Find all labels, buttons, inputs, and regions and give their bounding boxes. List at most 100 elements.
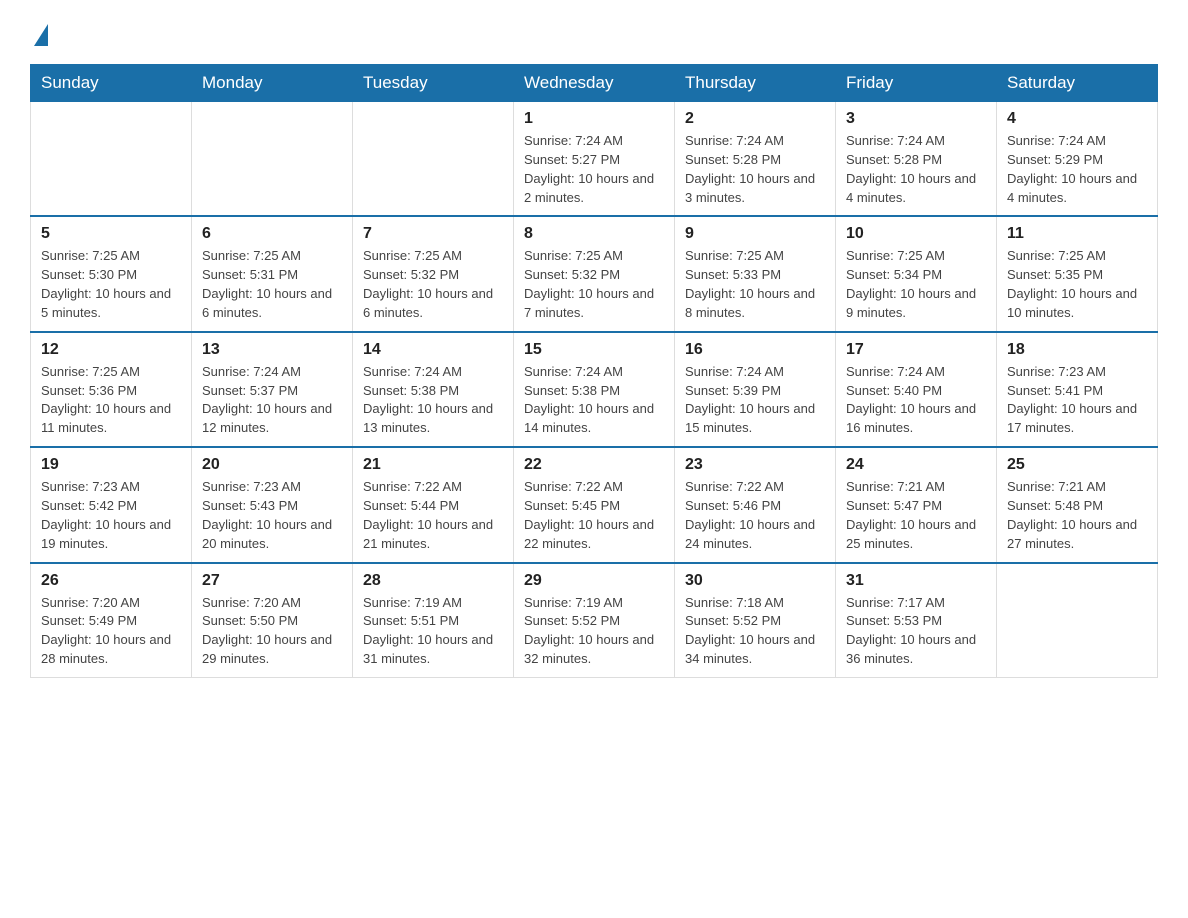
- calendar-cell: 13 Sunrise: 7:24 AM Sunset: 5:37 PM Dayli…: [192, 332, 353, 447]
- calendar-cell: 22 Sunrise: 7:22 AM Sunset: 5:45 PM Dayli…: [514, 447, 675, 562]
- day-number: 14: [363, 341, 503, 359]
- day-info: Sunrise: 7:22 AM Sunset: 5:46 PM Dayligh…: [685, 478, 825, 553]
- calendar-cell: 23 Sunrise: 7:22 AM Sunset: 5:46 PM Dayli…: [675, 447, 836, 562]
- day-info: Sunrise: 7:22 AM Sunset: 5:44 PM Dayligh…: [363, 478, 503, 553]
- day-number: 24: [846, 456, 986, 474]
- day-number: 11: [1007, 225, 1147, 243]
- calendar-cell: 31 Sunrise: 7:17 AM Sunset: 5:53 PM Dayli…: [836, 563, 997, 678]
- calendar-cell: 1 Sunrise: 7:24 AM Sunset: 5:27 PM Daylig…: [514, 102, 675, 217]
- day-info: Sunrise: 7:24 AM Sunset: 5:39 PM Dayligh…: [685, 363, 825, 438]
- calendar-cell: 5 Sunrise: 7:25 AM Sunset: 5:30 PM Daylig…: [31, 216, 192, 331]
- calendar-week-row: 26 Sunrise: 7:20 AM Sunset: 5:49 PM Dayli…: [31, 563, 1158, 678]
- calendar-cell: [353, 102, 514, 217]
- day-info: Sunrise: 7:25 AM Sunset: 5:32 PM Dayligh…: [363, 247, 503, 322]
- day-info: Sunrise: 7:24 AM Sunset: 5:28 PM Dayligh…: [846, 132, 986, 207]
- day-number: 9: [685, 225, 825, 243]
- day-info: Sunrise: 7:24 AM Sunset: 5:38 PM Dayligh…: [524, 363, 664, 438]
- day-number: 7: [363, 225, 503, 243]
- day-info: Sunrise: 7:19 AM Sunset: 5:52 PM Dayligh…: [524, 594, 664, 669]
- day-number: 27: [202, 572, 342, 590]
- calendar-cell: 3 Sunrise: 7:24 AM Sunset: 5:28 PM Daylig…: [836, 102, 997, 217]
- day-number: 28: [363, 572, 503, 590]
- day-number: 23: [685, 456, 825, 474]
- calendar-cell: 25 Sunrise: 7:21 AM Sunset: 5:48 PM Dayli…: [997, 447, 1158, 562]
- calendar-cell: 28 Sunrise: 7:19 AM Sunset: 5:51 PM Dayli…: [353, 563, 514, 678]
- day-info: Sunrise: 7:25 AM Sunset: 5:31 PM Dayligh…: [202, 247, 342, 322]
- calendar-cell: 20Sunrise: 7:23 AM Sunset: 5:43 PM Dayli…: [192, 447, 353, 562]
- day-info: Sunrise: 7:25 AM Sunset: 5:36 PM Dayligh…: [41, 363, 181, 438]
- logo: [30, 20, 48, 46]
- calendar-cell: 10 Sunrise: 7:25 AM Sunset: 5:34 PM Dayli…: [836, 216, 997, 331]
- day-number: 17: [846, 341, 986, 359]
- day-number: 10: [846, 225, 986, 243]
- calendar-cell: 24 Sunrise: 7:21 AM Sunset: 5:47 PM Dayli…: [836, 447, 997, 562]
- calendar-cell: 12Sunrise: 7:25 AM Sunset: 5:36 PM Dayli…: [31, 332, 192, 447]
- calendar-header-friday: Friday: [836, 65, 997, 102]
- day-number: 15: [524, 341, 664, 359]
- calendar-cell: 15 Sunrise: 7:24 AM Sunset: 5:38 PM Dayli…: [514, 332, 675, 447]
- calendar-cell: 26 Sunrise: 7:20 AM Sunset: 5:49 PM Dayli…: [31, 563, 192, 678]
- day-info: Sunrise: 7:17 AM Sunset: 5:53 PM Dayligh…: [846, 594, 986, 669]
- calendar-cell: 6 Sunrise: 7:25 AM Sunset: 5:31 PM Daylig…: [192, 216, 353, 331]
- calendar-cell: 11 Sunrise: 7:25 AM Sunset: 5:35 PM Dayli…: [997, 216, 1158, 331]
- day-number: 13: [202, 341, 342, 359]
- day-number: 26: [41, 572, 181, 590]
- day-info: Sunrise: 7:21 AM Sunset: 5:47 PM Dayligh…: [846, 478, 986, 553]
- day-info: Sunrise: 7:24 AM Sunset: 5:27 PM Dayligh…: [524, 132, 664, 207]
- day-info: Sunrise: 7:25 AM Sunset: 5:35 PM Dayligh…: [1007, 247, 1147, 322]
- calendar-table: SundayMondayTuesdayWednesdayThursdayFrid…: [30, 64, 1158, 678]
- day-info: Sunrise: 7:22 AM Sunset: 5:45 PM Dayligh…: [524, 478, 664, 553]
- calendar-week-row: 5 Sunrise: 7:25 AM Sunset: 5:30 PM Daylig…: [31, 216, 1158, 331]
- day-number: 21: [363, 456, 503, 474]
- day-number: 30: [685, 572, 825, 590]
- day-number: 16: [685, 341, 825, 359]
- day-number: 4: [1007, 110, 1147, 128]
- calendar-header-sunday: Sunday: [31, 65, 192, 102]
- calendar-week-row: 19 Sunrise: 7:23 AM Sunset: 5:42 PM Dayli…: [31, 447, 1158, 562]
- day-number: 22: [524, 456, 664, 474]
- calendar-cell: [997, 563, 1158, 678]
- day-number: 25: [1007, 456, 1147, 474]
- day-info: Sunrise: 7:20 AM Sunset: 5:50 PM Dayligh…: [202, 594, 342, 669]
- day-number: 3: [846, 110, 986, 128]
- day-info: Sunrise: 7:25 AM Sunset: 5:32 PM Dayligh…: [524, 247, 664, 322]
- day-info: Sunrise: 7:20 AM Sunset: 5:49 PM Dayligh…: [41, 594, 181, 669]
- day-number: 31: [846, 572, 986, 590]
- calendar-cell: 18Sunrise: 7:23 AM Sunset: 5:41 PM Dayli…: [997, 332, 1158, 447]
- day-info: Sunrise: 7:25 AM Sunset: 5:33 PM Dayligh…: [685, 247, 825, 322]
- calendar-cell: 29 Sunrise: 7:19 AM Sunset: 5:52 PM Dayli…: [514, 563, 675, 678]
- calendar-cell: 27 Sunrise: 7:20 AM Sunset: 5:50 PM Dayli…: [192, 563, 353, 678]
- calendar-header-tuesday: Tuesday: [353, 65, 514, 102]
- calendar-cell: 8Sunrise: 7:25 AM Sunset: 5:32 PM Daylig…: [514, 216, 675, 331]
- day-number: 5: [41, 225, 181, 243]
- calendar-cell: 16 Sunrise: 7:24 AM Sunset: 5:39 PM Dayli…: [675, 332, 836, 447]
- calendar-header-thursday: Thursday: [675, 65, 836, 102]
- day-number: 19: [41, 456, 181, 474]
- day-info: Sunrise: 7:23 AM Sunset: 5:42 PM Dayligh…: [41, 478, 181, 553]
- calendar-cell: 2Sunrise: 7:24 AM Sunset: 5:28 PM Daylig…: [675, 102, 836, 217]
- day-info: Sunrise: 7:25 AM Sunset: 5:30 PM Dayligh…: [41, 247, 181, 322]
- day-number: 1: [524, 110, 664, 128]
- day-info: Sunrise: 7:25 AM Sunset: 5:34 PM Dayligh…: [846, 247, 986, 322]
- day-info: Sunrise: 7:24 AM Sunset: 5:40 PM Dayligh…: [846, 363, 986, 438]
- day-number: 18: [1007, 341, 1147, 359]
- calendar-cell: 4 Sunrise: 7:24 AM Sunset: 5:29 PM Daylig…: [997, 102, 1158, 217]
- day-number: 2: [685, 110, 825, 128]
- calendar-header-wednesday: Wednesday: [514, 65, 675, 102]
- day-info: Sunrise: 7:21 AM Sunset: 5:48 PM Dayligh…: [1007, 478, 1147, 553]
- logo-triangle-icon: [34, 24, 48, 46]
- calendar-cell: 21 Sunrise: 7:22 AM Sunset: 5:44 PM Dayli…: [353, 447, 514, 562]
- day-number: 6: [202, 225, 342, 243]
- page-header: [30, 20, 1158, 46]
- day-number: 29: [524, 572, 664, 590]
- calendar-cell: [192, 102, 353, 217]
- day-number: 20: [202, 456, 342, 474]
- calendar-cell: 14Sunrise: 7:24 AM Sunset: 5:38 PM Dayli…: [353, 332, 514, 447]
- day-info: Sunrise: 7:19 AM Sunset: 5:51 PM Dayligh…: [363, 594, 503, 669]
- day-info: Sunrise: 7:24 AM Sunset: 5:29 PM Dayligh…: [1007, 132, 1147, 207]
- calendar-week-row: 1 Sunrise: 7:24 AM Sunset: 5:27 PM Daylig…: [31, 102, 1158, 217]
- calendar-header-monday: Monday: [192, 65, 353, 102]
- day-info: Sunrise: 7:18 AM Sunset: 5:52 PM Dayligh…: [685, 594, 825, 669]
- calendar-header-saturday: Saturday: [997, 65, 1158, 102]
- day-info: Sunrise: 7:24 AM Sunset: 5:37 PM Dayligh…: [202, 363, 342, 438]
